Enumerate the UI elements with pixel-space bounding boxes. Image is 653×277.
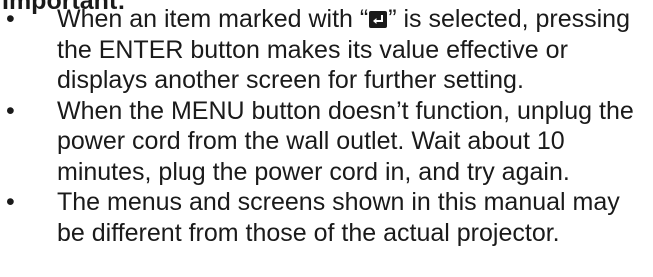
bullet-dot-icon: • — [6, 96, 15, 125]
enter-key-icon — [369, 11, 388, 28]
bullet-dot-icon: • — [6, 5, 15, 33]
important-notes-list: • When an item marked with “” is selecte… — [0, 4, 650, 248]
note-item-screens-differ: • The menus and screens shown in this ma… — [0, 187, 650, 248]
note-item-menu-button: • When the MENU button doesn’t function,… — [0, 96, 650, 188]
note-item-enter-mark: • When an item marked with “” is selecte… — [0, 4, 650, 96]
manual-page: Important: • When an item marked with “”… — [0, 0, 653, 277]
note-text: The menus and screens shown in this manu… — [57, 188, 620, 247]
bullet-dot-icon: • — [6, 188, 15, 216]
note-text-before-icon: When an item marked with “ — [57, 5, 369, 33]
note-text: When the MENU button doesn’t function, u… — [57, 96, 634, 186]
